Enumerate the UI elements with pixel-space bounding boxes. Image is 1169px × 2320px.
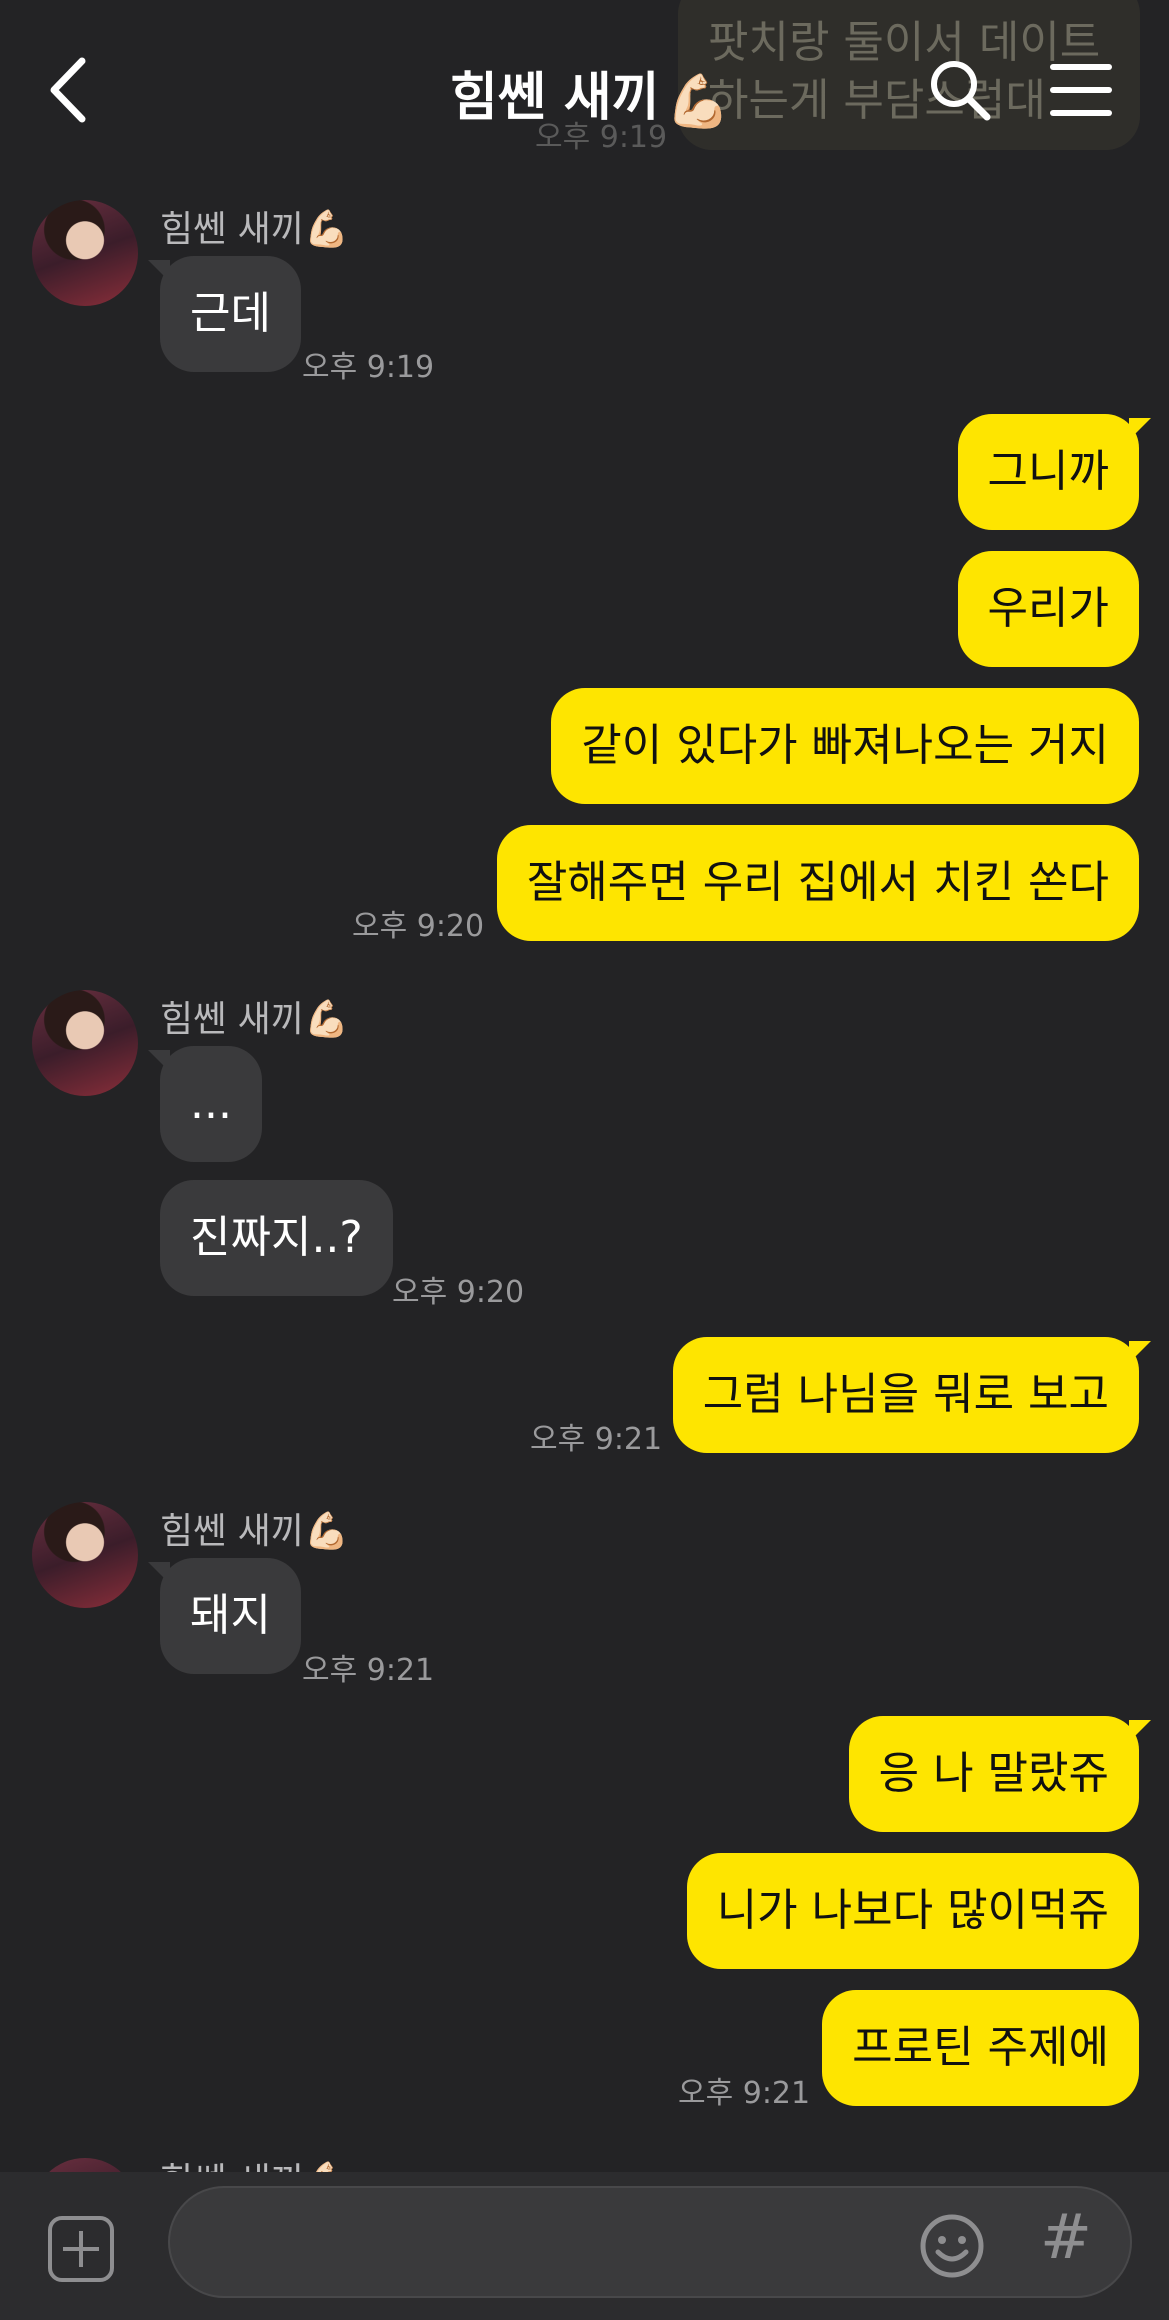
sender-name-text: 힘쎈 새끼 (160, 1511, 304, 1552)
scrolled-message-line-2: 하는게 부담스럽대 (708, 75, 1046, 126)
outgoing-message[interactable]: 응 나 말랐쥬 (848, 1716, 1152, 1832)
chevron-left-icon (50, 57, 86, 123)
sender-name: 힘쎈 새끼💪🏻 (160, 1502, 349, 1554)
sender-name: 힘쎈 새끼💪🏻 (160, 200, 349, 252)
attach-button[interactable] (48, 2216, 114, 2282)
message-time: 오후 9:19 (302, 350, 435, 385)
sender-name-text: 힘쎈 새끼 (160, 999, 304, 1040)
emoji-button[interactable] (918, 2212, 986, 2280)
message-time: 오후 9:21 (678, 2076, 811, 2111)
incoming-message[interactable]: 근데 (148, 256, 301, 372)
sender-avatar[interactable] (32, 990, 138, 1096)
message-input[interactable] (168, 2186, 1132, 2298)
search-icon (931, 61, 991, 121)
back-button[interactable] (40, 55, 100, 125)
incoming-message[interactable]: ... (148, 1046, 262, 1162)
sender-name-text: 힘쎈 새끼 (160, 209, 304, 250)
sender-avatar[interactable] (32, 200, 138, 306)
flexed-biceps-icon: 💪🏻 (303, 1511, 349, 1552)
emoji-icon (920, 2214, 984, 2278)
message-input-bar: # (0, 2172, 1169, 2320)
incoming-message[interactable]: 돼지 (148, 1558, 301, 1674)
chat-title-text: 힘쎈 새끼 (450, 68, 660, 128)
flexed-biceps-icon: 💪🏻 (303, 209, 349, 250)
outgoing-message[interactable]: 잘해주면 우리 집에서 치킨 쏜다 (496, 825, 1139, 941)
chat-header: 팟치랑 둘이서 데이트 하는게 부담스럽대 오후 9:19 힘쎈 새끼 💪🏻 (0, 0, 1169, 170)
search-button[interactable] (925, 55, 995, 125)
outgoing-message[interactable]: 그럼 나님을 뭐로 보고 (672, 1337, 1152, 1453)
flexed-biceps-icon: 💪🏻 (303, 999, 349, 1040)
sender-name: 힘쎈 새끼💪🏻 (160, 990, 349, 1042)
message-time: 오후 9:20 (352, 909, 485, 944)
scrolled-message-line-1: 팟치랑 둘이서 데이트 (708, 17, 1101, 68)
menu-button[interactable] (1046, 62, 1116, 118)
hamburger-menu-icon (1050, 64, 1112, 116)
outgoing-message[interactable]: 같이 있다가 빠져나오는 거지 (551, 688, 1139, 804)
message-time: 오후 9:21 (530, 1422, 663, 1457)
sender-avatar[interactable] (32, 1502, 138, 1608)
outgoing-message[interactable]: 니가 나보다 많이먹쥬 (686, 1853, 1139, 1969)
outgoing-message[interactable]: 그니까 (957, 414, 1152, 530)
chat-title: 힘쎈 새끼 💪🏻 (450, 55, 730, 132)
message-time: 오후 9:21 (302, 1653, 435, 1688)
hashtag-search-button[interactable]: # (1040, 2200, 1092, 2273)
message-time: 오후 9:20 (392, 1275, 525, 1310)
flexed-biceps-icon: 💪🏻 (665, 71, 731, 132)
incoming-message[interactable]: 진짜지..? (160, 1180, 393, 1296)
outgoing-message[interactable]: 우리가 (957, 551, 1139, 667)
outgoing-message[interactable]: 프로틴 주제에 (822, 1990, 1139, 2106)
